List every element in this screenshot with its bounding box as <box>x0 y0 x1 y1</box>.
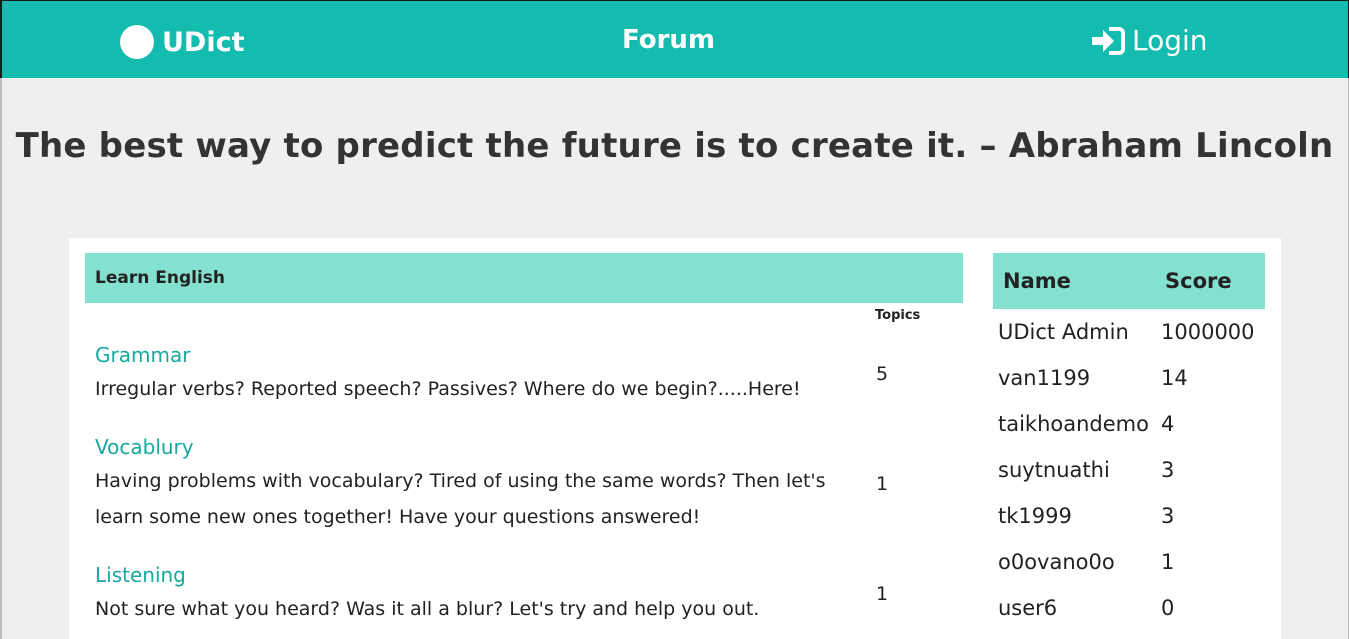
leaderboard-user-score: 0 <box>1161 596 1175 620</box>
brand-name: UDict <box>162 26 245 58</box>
forum-topic-count: 5 <box>876 363 889 385</box>
leaderboard-row: suytnuathi 3 <box>998 458 1268 490</box>
page-quote: The best way to predict the future is to… <box>15 126 1334 166</box>
topics-column-header: Topics <box>875 308 921 323</box>
leaderboard-header: Name Score <box>993 253 1265 309</box>
forum-item-vocablury: Vocablury Having problems with vocabular… <box>95 433 855 535</box>
leaderboard-user-score: 4 <box>1161 412 1175 436</box>
top-nav-bar: UDict Forum Login <box>0 0 1349 78</box>
leaderboard-user-name: user6 <box>998 596 1058 620</box>
leaderboard-user-name: suytnuathi <box>998 458 1110 482</box>
leaderboard-score-header: Score <box>1165 269 1232 293</box>
forum-title-link[interactable]: Listening <box>95 561 855 589</box>
login-link[interactable]: Login <box>1090 24 1208 57</box>
leaderboard-row: user6 0 <box>998 596 1268 628</box>
category-title: Learn English <box>95 268 225 288</box>
forum-description-line: Having problems with vocabulary? Tired o… <box>95 470 826 492</box>
leaderboard-user-score: 1000000 <box>1161 320 1255 344</box>
brand-link[interactable]: UDict <box>120 23 245 61</box>
sign-in-icon <box>1092 26 1125 55</box>
leaderboard-user-name: UDict Admin <box>998 320 1129 344</box>
leaderboard-user-name: van1199 <box>998 366 1091 390</box>
leaderboard-user-score: 3 <box>1161 504 1175 528</box>
leaderboard-user-name: taikhoandemo <box>998 412 1149 436</box>
leaderboard-user-score: 14 <box>1161 366 1188 390</box>
nav-forum-link[interactable]: Forum <box>622 25 715 55</box>
forum-title-link[interactable]: Grammar <box>95 341 855 369</box>
leaderboard-name-header: Name <box>1003 269 1071 293</box>
forum-topic-count: 1 <box>876 583 889 605</box>
category-header: Learn English <box>85 253 963 303</box>
forum-description: Not sure what you heard? Was it all a bl… <box>95 598 760 620</box>
leaderboard-row: o0ovano0o 1 <box>998 550 1268 582</box>
forum-item-grammar: Grammar Irregular verbs? Reported speech… <box>95 341 855 407</box>
brand-logo-icon <box>120 25 154 59</box>
leaderboard-user-score: 3 <box>1161 458 1175 482</box>
leaderboard-row: UDict Admin 1000000 <box>998 320 1268 352</box>
leaderboard-row: van1199 14 <box>998 366 1268 398</box>
forum-title-link[interactable]: Vocablury <box>95 433 855 461</box>
leaderboard-user-name: tk1999 <box>998 504 1072 528</box>
forum-description: Irregular verbs? Reported speech? Passiv… <box>95 378 801 400</box>
login-label: Login <box>1132 24 1208 57</box>
forum-description-line: learn some new ones together! Have your … <box>95 506 701 528</box>
leaderboard-row: taikhoandemo 4 <box>998 412 1268 444</box>
leaderboard-row: tk1999 3 <box>998 504 1268 536</box>
forum-topic-count: 1 <box>876 473 889 495</box>
leaderboard-user-score: 1 <box>1161 550 1175 574</box>
forum-item-listening: Listening Not sure what you heard? Was i… <box>95 561 855 627</box>
leaderboard-user-name: o0ovano0o <box>998 550 1115 574</box>
forum-panel: Learn English Topics Grammar Irregular v… <box>69 238 1281 639</box>
